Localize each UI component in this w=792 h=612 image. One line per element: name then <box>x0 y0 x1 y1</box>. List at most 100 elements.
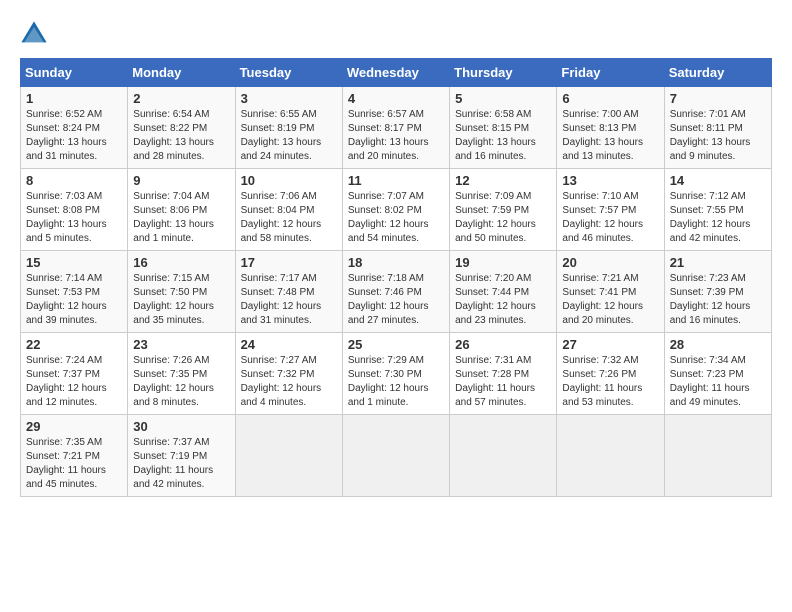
day-info: Sunrise: 7:10 AM Sunset: 7:57 PM Dayligh… <box>562 190 658 246</box>
logo <box>20 20 52 48</box>
day-number: 6 <box>562 91 658 106</box>
calendar-cell <box>557 415 664 497</box>
calendar-cell: 17 Sunrise: 7:17 AM Sunset: 7:48 PM Dayli… <box>235 251 342 333</box>
day-info: Sunrise: 7:37 AM Sunset: 7:19 PM Dayligh… <box>133 436 229 492</box>
header-monday: Monday <box>128 59 235 87</box>
calendar-cell <box>342 415 449 497</box>
day-info: Sunrise: 7:17 AM Sunset: 7:48 PM Dayligh… <box>241 272 337 328</box>
day-number: 26 <box>455 337 551 352</box>
day-number: 24 <box>241 337 337 352</box>
calendar-cell: 21 Sunrise: 7:23 AM Sunset: 7:39 PM Dayli… <box>664 251 771 333</box>
day-number: 3 <box>241 91 337 106</box>
day-number: 25 <box>348 337 444 352</box>
calendar-cell: 13 Sunrise: 7:10 AM Sunset: 7:57 PM Dayli… <box>557 169 664 251</box>
calendar-cell: 26 Sunrise: 7:31 AM Sunset: 7:28 PM Dayli… <box>450 333 557 415</box>
calendar-cell: 6 Sunrise: 7:00 AM Sunset: 8:13 PM Daylig… <box>557 87 664 169</box>
calendar-week-3: 15 Sunrise: 7:14 AM Sunset: 7:53 PM Dayli… <box>21 251 772 333</box>
day-info: Sunrise: 6:58 AM Sunset: 8:15 PM Dayligh… <box>455 108 551 164</box>
day-info: Sunrise: 7:27 AM Sunset: 7:32 PM Dayligh… <box>241 354 337 410</box>
calendar-cell: 3Sunrise: 6:55 AM Sunset: 8:19 PM Daylig… <box>235 87 342 169</box>
day-info: Sunrise: 7:34 AM Sunset: 7:23 PM Dayligh… <box>670 354 766 410</box>
calendar-cell: 12 Sunrise: 7:09 AM Sunset: 7:59 PM Dayli… <box>450 169 557 251</box>
day-info: Sunrise: 6:57 AM Sunset: 8:17 PM Dayligh… <box>348 108 444 164</box>
day-number: 4 <box>348 91 444 106</box>
calendar-cell: 30 Sunrise: 7:37 AM Sunset: 7:19 PM Dayli… <box>128 415 235 497</box>
header-sunday: Sunday <box>21 59 128 87</box>
day-info: Sunrise: 7:20 AM Sunset: 7:44 PM Dayligh… <box>455 272 551 328</box>
day-info: Sunrise: 7:14 AM Sunset: 7:53 PM Dayligh… <box>26 272 122 328</box>
day-info: Sunrise: 7:01 AM Sunset: 8:11 PM Dayligh… <box>670 108 766 164</box>
calendar-header-row: SundayMondayTuesdayWednesdayThursdayFrid… <box>21 59 772 87</box>
day-number: 23 <box>133 337 229 352</box>
day-number: 5 <box>455 91 551 106</box>
day-number: 15 <box>26 255 122 270</box>
header-friday: Friday <box>557 59 664 87</box>
calendar-week-4: 22 Sunrise: 7:24 AM Sunset: 7:37 PM Dayli… <box>21 333 772 415</box>
calendar-cell <box>664 415 771 497</box>
day-number: 10 <box>241 173 337 188</box>
day-info: Sunrise: 7:26 AM Sunset: 7:35 PM Dayligh… <box>133 354 229 410</box>
calendar-cell: 5 Sunrise: 6:58 AM Sunset: 8:15 PM Daylig… <box>450 87 557 169</box>
calendar-cell: 22 Sunrise: 7:24 AM Sunset: 7:37 PM Dayli… <box>21 333 128 415</box>
day-info: Sunrise: 7:18 AM Sunset: 7:46 PM Dayligh… <box>348 272 444 328</box>
day-info: Sunrise: 7:15 AM Sunset: 7:50 PM Dayligh… <box>133 272 229 328</box>
calendar-cell: 9 Sunrise: 7:04 AM Sunset: 8:06 PM Daylig… <box>128 169 235 251</box>
calendar-cell: 29 Sunrise: 7:35 AM Sunset: 7:21 PM Dayli… <box>21 415 128 497</box>
calendar-cell: 10 Sunrise: 7:06 AM Sunset: 8:04 PM Dayli… <box>235 169 342 251</box>
calendar-cell: 20 Sunrise: 7:21 AM Sunset: 7:41 PM Dayli… <box>557 251 664 333</box>
day-info: Sunrise: 7:12 AM Sunset: 7:55 PM Dayligh… <box>670 190 766 246</box>
calendar-cell: 27 Sunrise: 7:32 AM Sunset: 7:26 PM Dayli… <box>557 333 664 415</box>
day-number: 20 <box>562 255 658 270</box>
calendar-cell: 25 Sunrise: 7:29 AM Sunset: 7:30 PM Dayli… <box>342 333 449 415</box>
calendar-table: SundayMondayTuesdayWednesdayThursdayFrid… <box>20 58 772 497</box>
day-info: Sunrise: 7:06 AM Sunset: 8:04 PM Dayligh… <box>241 190 337 246</box>
day-number: 21 <box>670 255 766 270</box>
calendar-cell: 2 Sunrise: 6:54 AM Sunset: 8:22 PM Daylig… <box>128 87 235 169</box>
day-info: Sunrise: 7:04 AM Sunset: 8:06 PM Dayligh… <box>133 190 229 246</box>
calendar-cell: 7 Sunrise: 7:01 AM Sunset: 8:11 PM Daylig… <box>664 87 771 169</box>
calendar-week-2: 8 Sunrise: 7:03 AM Sunset: 8:08 PM Daylig… <box>21 169 772 251</box>
calendar-cell: 4 Sunrise: 6:57 AM Sunset: 8:17 PM Daylig… <box>342 87 449 169</box>
day-info: Sunrise: 7:09 AM Sunset: 7:59 PM Dayligh… <box>455 190 551 246</box>
day-number: 17 <box>241 255 337 270</box>
day-info: Sunrise: 7:31 AM Sunset: 7:28 PM Dayligh… <box>455 354 551 410</box>
day-number: 12 <box>455 173 551 188</box>
page-header <box>20 20 772 48</box>
day-number: 14 <box>670 173 766 188</box>
day-info: Sunrise: 7:29 AM Sunset: 7:30 PM Dayligh… <box>348 354 444 410</box>
day-number: 11 <box>348 173 444 188</box>
calendar-cell: 14 Sunrise: 7:12 AM Sunset: 7:55 PM Dayli… <box>664 169 771 251</box>
calendar-cell: 11Sunrise: 7:07 AM Sunset: 8:02 PM Dayli… <box>342 169 449 251</box>
day-info: Sunrise: 7:00 AM Sunset: 8:13 PM Dayligh… <box>562 108 658 164</box>
day-info: Sunrise: 7:24 AM Sunset: 7:37 PM Dayligh… <box>26 354 122 410</box>
day-number: 8 <box>26 173 122 188</box>
calendar-cell: 19 Sunrise: 7:20 AM Sunset: 7:44 PM Dayli… <box>450 251 557 333</box>
day-number: 27 <box>562 337 658 352</box>
day-info: Sunrise: 7:03 AM Sunset: 8:08 PM Dayligh… <box>26 190 122 246</box>
calendar-cell: 24 Sunrise: 7:27 AM Sunset: 7:32 PM Dayli… <box>235 333 342 415</box>
calendar-cell: 23 Sunrise: 7:26 AM Sunset: 7:35 PM Dayli… <box>128 333 235 415</box>
day-number: 13 <box>562 173 658 188</box>
day-number: 18 <box>348 255 444 270</box>
day-number: 29 <box>26 419 122 434</box>
day-info: Sunrise: 7:35 AM Sunset: 7:21 PM Dayligh… <box>26 436 122 492</box>
day-number: 1 <box>26 91 122 106</box>
day-info: Sunrise: 6:52 AM Sunset: 8:24 PM Dayligh… <box>26 108 122 164</box>
day-number: 7 <box>670 91 766 106</box>
calendar-cell: 18 Sunrise: 7:18 AM Sunset: 7:46 PM Dayli… <box>342 251 449 333</box>
day-info: Sunrise: 7:32 AM Sunset: 7:26 PM Dayligh… <box>562 354 658 410</box>
day-info: Sunrise: 7:23 AM Sunset: 7:39 PM Dayligh… <box>670 272 766 328</box>
calendar-cell: 8 Sunrise: 7:03 AM Sunset: 8:08 PM Daylig… <box>21 169 128 251</box>
day-number: 19 <box>455 255 551 270</box>
day-number: 9 <box>133 173 229 188</box>
calendar-week-1: 1 Sunrise: 6:52 AM Sunset: 8:24 PM Daylig… <box>21 87 772 169</box>
header-tuesday: Tuesday <box>235 59 342 87</box>
header-thursday: Thursday <box>450 59 557 87</box>
day-info: Sunrise: 6:54 AM Sunset: 8:22 PM Dayligh… <box>133 108 229 164</box>
calendar-cell: 28Sunrise: 7:34 AM Sunset: 7:23 PM Dayli… <box>664 333 771 415</box>
day-number: 30 <box>133 419 229 434</box>
day-number: 16 <box>133 255 229 270</box>
day-info: Sunrise: 7:21 AM Sunset: 7:41 PM Dayligh… <box>562 272 658 328</box>
day-number: 2 <box>133 91 229 106</box>
day-number: 22 <box>26 337 122 352</box>
